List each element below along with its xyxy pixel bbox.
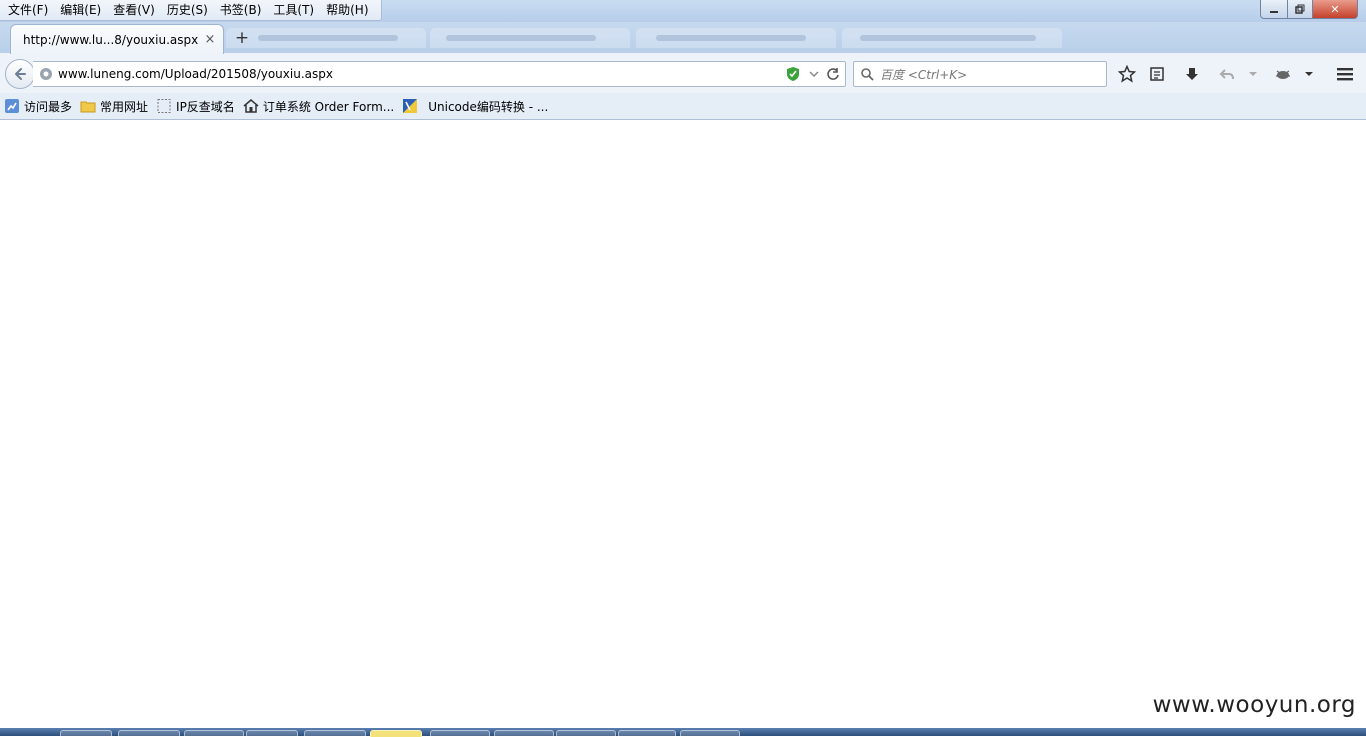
- bookmark-ip-reverse[interactable]: IP反查域名: [156, 98, 235, 115]
- addon-button[interactable]: [1273, 64, 1293, 84]
- blank-page-icon: [156, 98, 172, 114]
- bookmark-unicode-convert[interactable]: Unicode编码转换 - ...: [402, 98, 548, 115]
- background-tab-title: [656, 35, 806, 41]
- new-tab-button[interactable]: +: [232, 28, 252, 48]
- bookmark-label: 订单系统 Order Form...: [262, 99, 395, 114]
- watermark: www.wooyun.org: [1152, 692, 1356, 718]
- menu-tools[interactable]: 工具(T): [267, 0, 320, 20]
- page-content: [0, 120, 1366, 728]
- downloads-button[interactable]: [1182, 64, 1202, 84]
- url-bar[interactable]: www.luneng.com/Upload/201508/youxiu.aspx: [33, 61, 846, 87]
- bookmark-label: Unicode编码转换 - ...: [428, 99, 549, 114]
- globe-icon: [40, 68, 52, 80]
- bug-icon: [1276, 70, 1290, 79]
- dropdown-arrow-icon: [1249, 72, 1257, 76]
- bookmark-most-visited[interactable]: 访问最多: [4, 98, 72, 115]
- bookmarks-list-icon: [1150, 67, 1164, 81]
- minimize-button[interactable]: [1260, 0, 1288, 19]
- undo-arrow-icon: [1219, 69, 1234, 80]
- search-icon: [861, 68, 874, 81]
- addon-dropdown[interactable]: [1299, 64, 1319, 84]
- url-text[interactable]: www.luneng.com/Upload/201508/youxiu.aspx: [58, 67, 786, 81]
- menu-help[interactable]: 帮助(H): [320, 0, 374, 20]
- close-icon: ✕: [1330, 2, 1340, 16]
- menu-history[interactable]: 历史(S): [161, 0, 214, 20]
- bookmark-folder-common[interactable]: 常用网址: [80, 98, 148, 115]
- menu-file[interactable]: 文件(F): [2, 0, 54, 20]
- star-icon: [1118, 65, 1136, 83]
- main-menu-button[interactable]: [1335, 64, 1355, 84]
- navigation-toolbar: www.luneng.com/Upload/201508/youxiu.aspx…: [0, 53, 1366, 93]
- tab-title: http://www.lu...8/youxiu.aspx: [23, 32, 199, 47]
- background-tab-title: [258, 35, 398, 41]
- unicode-site-icon: [402, 98, 418, 114]
- dropdown-arrow-icon: [1305, 72, 1313, 76]
- folder-icon: [80, 98, 96, 114]
- bookmark-star-button[interactable]: [1117, 64, 1137, 84]
- tab-active[interactable]: http://www.lu...8/youxiu.aspx ×: [10, 24, 224, 54]
- tab-close-icon[interactable]: ×: [201, 32, 219, 47]
- back-arrow-icon: [15, 68, 26, 80]
- bookmarks-toolbar: 访问最多 常用网址 IP反查域名 订单系统 Order Form... Unic…: [0, 93, 1366, 120]
- hamburger-menu-icon: [1337, 68, 1353, 81]
- bookmark-label: 常用网址: [100, 99, 149, 114]
- reload-icon[interactable]: [826, 67, 840, 81]
- bookmarks-menu-button[interactable]: [1147, 64, 1167, 84]
- bookmark-label: 访问最多: [24, 99, 73, 114]
- search-input[interactable]: 百度 <Ctrl+K>: [880, 66, 967, 83]
- close-window-button[interactable]: ✕: [1313, 0, 1358, 19]
- menu-edit[interactable]: 编辑(E): [54, 0, 107, 20]
- restore-button[interactable]: [1288, 0, 1313, 19]
- window-controls: ✕: [1260, 0, 1358, 19]
- undo-button[interactable]: [1217, 64, 1237, 84]
- tab-strip: http://www.lu...8/youxiu.aspx × +: [0, 22, 1366, 54]
- back-button[interactable]: [5, 59, 35, 89]
- most-visited-icon: [4, 98, 20, 114]
- bookmark-label: IP反查域名: [176, 99, 235, 114]
- download-arrow-icon: [1186, 68, 1198, 80]
- restore-icon: [1295, 4, 1305, 14]
- home-icon: [243, 98, 259, 114]
- menu-view[interactable]: 查看(V): [107, 0, 161, 20]
- dropdown-arrow-icon[interactable]: [808, 68, 820, 80]
- undo-dropdown[interactable]: [1243, 64, 1263, 84]
- menu-bar: 文件(F) 编辑(E) 查看(V) 历史(S) 书签(B) 工具(T) 帮助(H…: [0, 0, 382, 21]
- background-tab-title: [860, 35, 1036, 41]
- bookmark-order-system[interactable]: 订单系统 Order Form...: [243, 98, 394, 115]
- background-tab-title: [446, 35, 596, 41]
- minimize-icon: [1270, 11, 1278, 13]
- shield-icon[interactable]: [786, 66, 800, 82]
- menu-bookmarks[interactable]: 书签(B): [214, 0, 268, 20]
- search-bar[interactable]: 百度 <Ctrl+K>: [853, 61, 1107, 87]
